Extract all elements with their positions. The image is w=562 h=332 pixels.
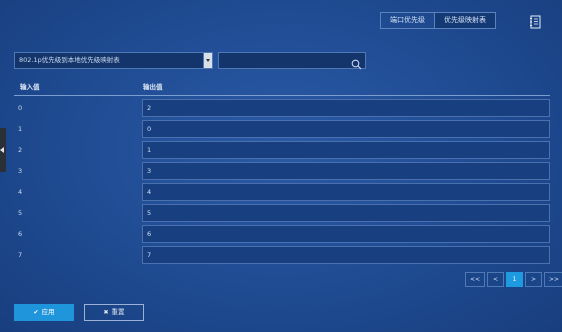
table-row: 2 1 xyxy=(14,141,550,161)
mapping-table-select[interactable]: 802.1p优先级到本地优先级映射表 xyxy=(14,52,213,69)
apply-button-label: 应用 xyxy=(41,308,55,316)
chevron-down-icon[interactable] xyxy=(203,53,212,68)
reset-button-label: 重置 xyxy=(111,308,125,316)
output-value: 4 xyxy=(147,188,152,196)
output-value: 6 xyxy=(147,230,152,238)
last-page-button[interactable]: >> xyxy=(544,272,562,287)
output-value: 1 xyxy=(147,146,152,154)
input-value: 2 xyxy=(18,146,23,154)
output-value: 0 xyxy=(147,125,152,133)
apply-button[interactable]: ✔ 应用 xyxy=(14,304,74,321)
table-row: 0 2 xyxy=(14,99,550,119)
column-header-input: 输入值 xyxy=(20,83,40,91)
header-divider xyxy=(14,95,550,96)
tab-port-priority[interactable]: 端口优先级 xyxy=(381,13,434,28)
prev-page-button[interactable]: < xyxy=(487,272,504,287)
input-value: 1 xyxy=(18,125,23,133)
search-box xyxy=(218,52,366,74)
table-row: 4 4 xyxy=(14,183,550,203)
table-row: 7 7 xyxy=(14,246,550,266)
output-value-field[interactable]: 1 xyxy=(142,141,550,159)
close-icon: ✖ xyxy=(103,309,109,316)
output-value-field[interactable]: 2 xyxy=(142,99,550,117)
output-value-field[interactable]: 0 xyxy=(142,120,550,138)
table-row: 5 5 xyxy=(14,204,550,224)
input-value: 6 xyxy=(18,230,23,238)
pagination: << < 1 > >> xyxy=(465,272,562,287)
output-value: 2 xyxy=(147,104,152,112)
table-row: 6 6 xyxy=(14,225,550,245)
input-value: 3 xyxy=(18,167,23,175)
output-value: 3 xyxy=(147,167,152,175)
output-value-field[interactable]: 3 xyxy=(142,162,550,180)
tab-priority-mapping[interactable]: 优先级映射表 xyxy=(434,13,495,28)
first-page-button[interactable]: << xyxy=(465,272,485,287)
input-value: 4 xyxy=(18,188,23,196)
input-value: 7 xyxy=(18,251,23,259)
input-value: 0 xyxy=(18,104,23,112)
checkmark-icon: ✔ xyxy=(33,309,39,316)
view-tabs: 端口优先级 优先级映射表 xyxy=(380,12,496,29)
column-header-output: 输出值 xyxy=(143,83,163,91)
notebook-icon[interactable] xyxy=(529,14,541,29)
table-row: 1 0 xyxy=(14,120,550,140)
table-row: 3 3 xyxy=(14,162,550,182)
output-value-field[interactable]: 7 xyxy=(142,246,550,264)
collapse-sidebar-handle[interactable] xyxy=(0,128,6,172)
input-value: 5 xyxy=(18,209,23,217)
output-value-field[interactable]: 6 xyxy=(142,225,550,243)
output-value: 5 xyxy=(147,209,152,217)
search-icon[interactable] xyxy=(351,55,362,70)
search-input[interactable] xyxy=(219,58,347,74)
next-page-button[interactable]: > xyxy=(525,272,542,287)
output-value-field[interactable]: 4 xyxy=(142,183,550,201)
output-value-field[interactable]: 5 xyxy=(142,204,550,222)
mapping-table-select-value: 802.1p优先级到本地优先级映射表 xyxy=(19,56,120,64)
reset-button[interactable]: ✖ 重置 xyxy=(84,304,144,321)
current-page-button[interactable]: 1 xyxy=(506,272,523,287)
output-value: 7 xyxy=(147,251,152,259)
